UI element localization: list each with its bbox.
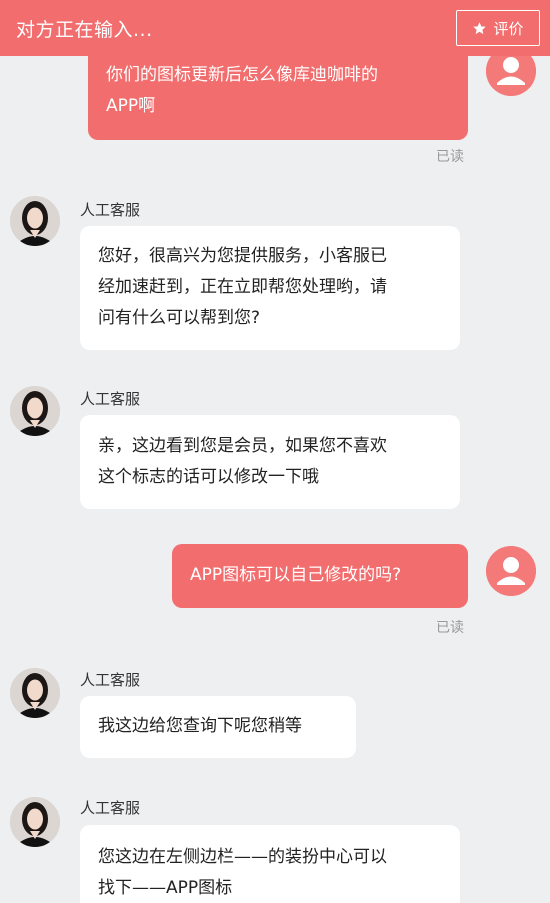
agent-avatar[interactable] [10, 386, 60, 436]
message-bubble-incoming[interactable]: 您这边在左侧边栏——的装扮中心可以 找下——APP图标 [80, 825, 460, 903]
message-line: 找下——APP图标 [98, 878, 233, 898]
message-bubble-incoming[interactable]: 您好，很高兴为您提供服务，小客服已 经加速赶到，正在立即帮您处理哟，请 问有什么… [80, 226, 460, 350]
agent-avatar[interactable] [10, 797, 60, 847]
message-line: 问有什么可以帮到您? [98, 308, 261, 328]
message-bubble-outgoing[interactable]: 你们的图标更新后怎么像库迪咖啡的 APP啊 [88, 48, 468, 140]
read-receipt: 已读 [436, 149, 464, 165]
message-bubble-outgoing[interactable]: APP图标可以自己修改的吗? [172, 544, 468, 608]
user-avatar[interactable] [486, 546, 536, 596]
typing-status: 对方正在输入... [16, 18, 153, 41]
message-line: 您好，很高兴为您提供服务，小客服已 [98, 246, 387, 266]
star-icon [473, 21, 487, 34]
chat-header: 对方正在输入... 评价 [0, 0, 550, 56]
message-line: 这个标志的话可以修改一下哦 [98, 467, 319, 487]
message-line: 经加速赶到，正在立即帮您处理哟，请 [98, 277, 387, 297]
message-line: 您这边在左侧边栏——的装扮中心可以 [98, 847, 387, 867]
agent-portrait-icon [10, 668, 60, 718]
sender-name: 人工客服 [80, 799, 141, 817]
message-line: 我这边给您查询下呢您稍等 [98, 716, 302, 736]
sender-name: 人工客服 [80, 390, 141, 408]
agent-portrait-icon [10, 386, 60, 436]
sender-name: 人工客服 [80, 201, 141, 219]
agent-avatar[interactable] [10, 196, 60, 246]
message-bubble-incoming[interactable]: 亲，这边看到您是会员，如果您不喜欢 这个标志的话可以修改一下哦 [80, 415, 460, 509]
message-line: 你们的图标更新后怎么像库迪咖啡的 [106, 65, 378, 85]
agent-portrait-icon [10, 797, 60, 847]
message-bubble-incoming[interactable]: 我这边给您查询下呢您稍等 [80, 696, 356, 758]
user-icon [486, 546, 536, 596]
sender-name: 人工客服 [80, 671, 141, 689]
message-line: APP啊 [106, 96, 156, 116]
agent-portrait-icon [10, 196, 60, 246]
read-receipt: 已读 [436, 620, 464, 636]
message-line: 亲，这边看到您是会员，如果您不喜欢 [98, 436, 387, 456]
rate-label: 评价 [493, 19, 524, 38]
message-line: APP图标可以自己修改的吗? [190, 565, 402, 585]
agent-avatar[interactable] [10, 668, 60, 718]
rate-button[interactable]: 评价 [456, 10, 540, 46]
